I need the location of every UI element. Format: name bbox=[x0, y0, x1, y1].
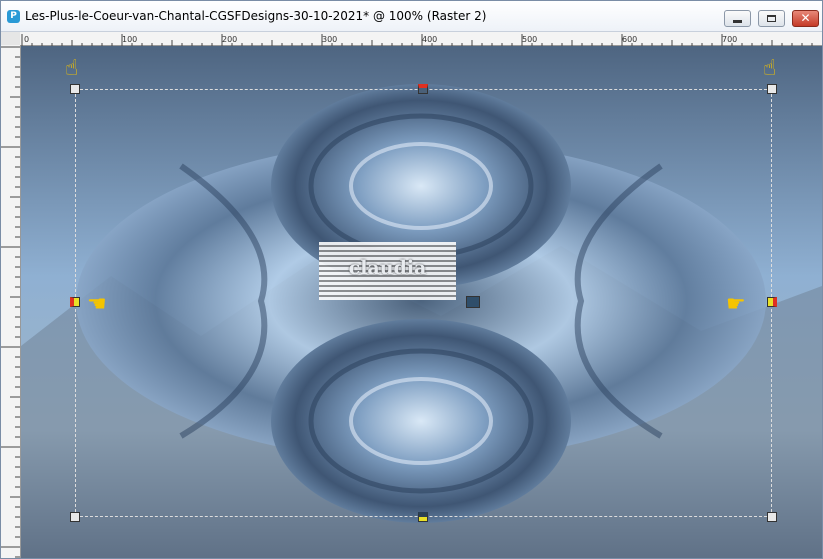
handle-bottom-left[interactable] bbox=[70, 512, 80, 522]
ruler-label-0: 0 bbox=[24, 35, 29, 44]
rotation-pivot-handle[interactable] bbox=[466, 296, 480, 308]
ruler-label-500: 500 bbox=[522, 35, 537, 44]
hand-pointer-right-icon: ☛ bbox=[726, 292, 746, 317]
maximize-icon bbox=[767, 15, 776, 22]
handle-bottom-center[interactable] bbox=[418, 512, 428, 522]
ruler-corner bbox=[1, 32, 20, 45]
vertical-ruler[interactable] bbox=[1, 45, 21, 558]
close-button[interactable]: ✕ bbox=[792, 10, 819, 27]
window-title: Les-Plus-le-Coeur-van-Chantal-CGSFDesign… bbox=[25, 9, 487, 23]
image-canvas[interactable]: ☝ ☝ ☚ ☛ claudia bbox=[21, 46, 822, 558]
minimize-icon bbox=[733, 20, 742, 23]
psp-icon: P bbox=[7, 10, 20, 23]
horizontal-ruler[interactable]: 0 100 200 300 400 600 700 500 bbox=[20, 32, 822, 47]
watermark-text: claudia bbox=[348, 257, 427, 279]
title-bar[interactable]: P Les-Plus-le-Coeur-van-Chantal-CGSFDesi… bbox=[1, 1, 822, 32]
handle-top-left[interactable] bbox=[70, 84, 80, 94]
selection-rectangle bbox=[75, 89, 772, 517]
handle-bottom-right[interactable] bbox=[767, 512, 777, 522]
handle-middle-left[interactable] bbox=[70, 297, 80, 307]
minimize-button[interactable] bbox=[724, 10, 751, 27]
ruler-label-600: 600 bbox=[622, 35, 637, 44]
watermark: claudia bbox=[319, 242, 456, 300]
hand-pointer-top-right-icon: ☝ bbox=[763, 56, 777, 81]
handle-top-center[interactable] bbox=[418, 84, 428, 94]
ruler-label-700: 700 bbox=[722, 35, 737, 44]
hand-pointer-top-left-icon: ☝ bbox=[65, 56, 79, 81]
image-window: P Les-Plus-le-Coeur-van-Chantal-CGSFDesi… bbox=[0, 0, 823, 559]
vertical-ruler-ticks bbox=[1, 46, 20, 558]
ruler-label-100: 100 bbox=[122, 35, 137, 44]
hand-pointer-left-icon: ☚ bbox=[87, 292, 107, 317]
ruler-label-300: 300 bbox=[322, 35, 337, 44]
handle-top-right[interactable] bbox=[767, 84, 777, 94]
ruler-label-200: 200 bbox=[222, 35, 237, 44]
ruler-label-400: 400 bbox=[422, 35, 437, 44]
maximize-button[interactable] bbox=[758, 10, 785, 27]
close-icon: ✕ bbox=[800, 11, 811, 25]
handle-middle-right[interactable] bbox=[767, 297, 777, 307]
